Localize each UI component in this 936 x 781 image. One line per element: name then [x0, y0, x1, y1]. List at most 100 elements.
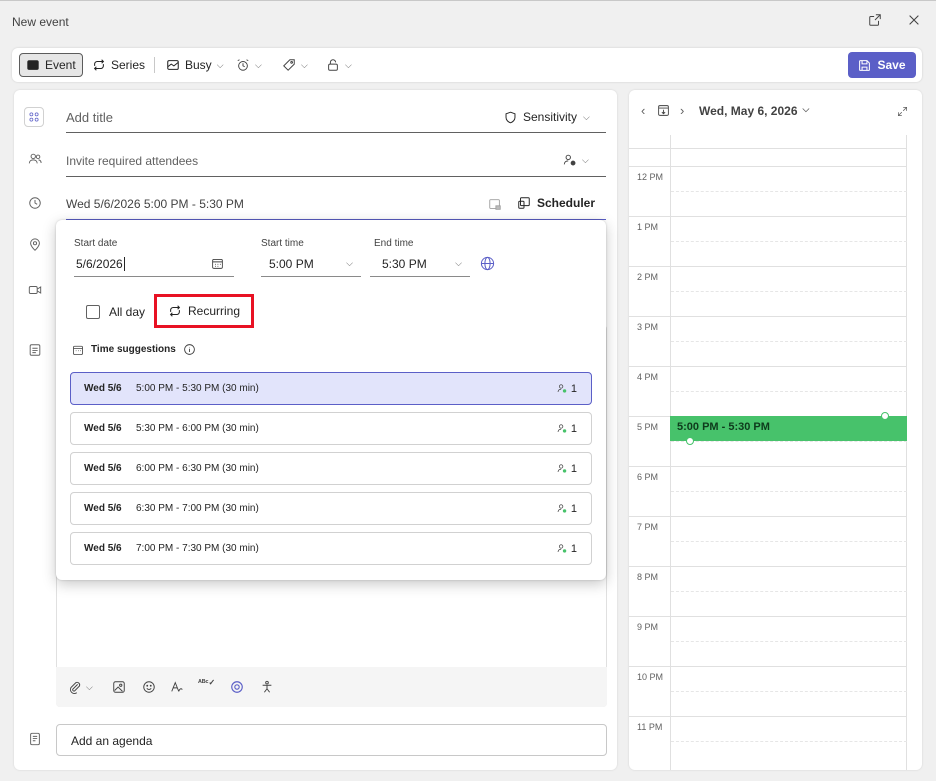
- start-time-label: Start time: [261, 238, 304, 249]
- suggestion-time: 6:30 PM - 7:00 PM (30 min): [136, 503, 259, 514]
- attendee-available-icon: [557, 504, 567, 513]
- hour-label: 10 PM: [637, 672, 664, 682]
- suggestion-date: Wed 5/6: [84, 423, 122, 434]
- hour-line: [629, 616, 907, 617]
- toolbar-divider: [154, 57, 155, 73]
- event-tab-label: Event: [45, 58, 76, 72]
- hour-label: 3 PM: [637, 322, 659, 332]
- repeat-icon: [93, 59, 105, 71]
- time-suggestion-row[interactable]: Wed 5/6 6:00 PM - 6:30 PM (30 min) 1: [70, 452, 592, 485]
- datetime-field[interactable]: Wed 5/6/2026 5:00 PM - 5:30 PM: [66, 197, 244, 211]
- reminder-dropdown[interactable]: ⌵: [236, 53, 262, 77]
- end-time-value: 5:30 PM: [382, 256, 427, 271]
- spellcheck-icon[interactable]: ᴬᴮᶜ✓: [198, 678, 215, 687]
- attach-dropdown[interactable]: ⌵: [68, 680, 93, 694]
- hour-slot[interactable]: 10 PM: [629, 666, 922, 716]
- start-date-input[interactable]: 5/6/2026: [74, 251, 234, 277]
- format-text-icon[interactable]: [170, 680, 184, 694]
- copilot-icon[interactable]: [230, 680, 244, 694]
- hour-slot[interactable]: 12 PM: [629, 166, 922, 216]
- start-date-label: Start date: [74, 238, 118, 249]
- hour-slot[interactable]: 2 PM: [629, 266, 922, 316]
- today-icon[interactable]: [657, 104, 670, 117]
- hour-label: 8 PM: [637, 572, 659, 582]
- hour-slot[interactable]: 9 PM: [629, 616, 922, 666]
- privacy-dropdown[interactable]: ⌵: [326, 53, 352, 77]
- suggestion-count: 1: [570, 542, 577, 555]
- suggestion-availability: 1: [557, 423, 577, 435]
- resize-handle-top[interactable]: [881, 412, 889, 420]
- emoji-icon[interactable]: [142, 680, 156, 694]
- info-icon[interactable]: [183, 343, 196, 356]
- lock-open-icon: [328, 59, 338, 71]
- chevron-down-icon: ⌵: [345, 59, 352, 70]
- recurring-button[interactable]: Recurring: [154, 294, 254, 328]
- hour-slot[interactable]: 3 PM: [629, 316, 922, 366]
- schedule-assistant-icon[interactable]: [488, 197, 502, 211]
- people-icon: [28, 152, 44, 168]
- save-button[interactable]: Save: [848, 52, 916, 78]
- clock-icon: [28, 196, 44, 212]
- timezone-globe-icon[interactable]: [480, 256, 495, 271]
- hour-line: [629, 516, 907, 517]
- chevron-down-icon: ⌵: [86, 681, 93, 692]
- calendar-icon: [27, 60, 39, 70]
- busy-dropdown[interactable]: Busy ⌵: [166, 53, 224, 77]
- category-color-icon[interactable]: [24, 107, 44, 127]
- calendar-event-block[interactable]: 5:00 PM - 5:30 PM: [670, 412, 907, 445]
- suggestion-time: 7:00 PM - 7:30 PM (30 min): [136, 543, 259, 554]
- image-icon[interactable]: [112, 680, 126, 694]
- recurring-label: Recurring: [187, 304, 241, 318]
- sensitivity-dropdown[interactable]: Sensitivity ⌵: [504, 110, 590, 124]
- suggestion-count: 1: [570, 502, 577, 515]
- repeat-icon: [169, 305, 181, 317]
- accessibility-icon[interactable]: [260, 680, 274, 694]
- category-dropdown[interactable]: ⌵: [282, 53, 308, 77]
- attendee-options-dropdown[interactable]: ⌵: [563, 153, 589, 167]
- suggestion-count: 1: [570, 422, 577, 435]
- attendees-input[interactable]: Invite required attendees: [66, 154, 198, 168]
- all-day-checkbox[interactable]: All day: [86, 305, 145, 319]
- hour-slot[interactable]: 8 PM: [629, 566, 922, 616]
- suggestion-availability: 1: [557, 383, 577, 395]
- series-button[interactable]: Series: [92, 53, 145, 77]
- time-suggestion-row[interactable]: Wed 5/6 7:00 PM - 7:30 PM (30 min) 1: [70, 532, 592, 565]
- expand-icon[interactable]: [897, 106, 908, 117]
- popout-icon[interactable]: [868, 13, 886, 31]
- scheduler-icon: [518, 197, 530, 209]
- half-hour-line: [671, 391, 907, 392]
- hour-slot[interactable]: 4 PM: [629, 366, 922, 416]
- end-time-dropdown[interactable]: 5:30 PM ⌵: [370, 251, 470, 277]
- calendar-icon: [73, 345, 83, 355]
- tag-icon: [283, 59, 295, 71]
- close-icon[interactable]: [907, 13, 925, 31]
- title-input[interactable]: Add title: [66, 110, 113, 125]
- suggestion-availability: 1: [557, 543, 577, 555]
- hour-slot[interactable]: 7 PM: [629, 516, 922, 566]
- event-tab[interactable]: Event: [19, 53, 83, 77]
- time-suggestion-row[interactable]: Wed 5/6 5:30 PM - 6:00 PM (30 min) 1: [70, 412, 592, 445]
- scheduler-button[interactable]: Scheduler: [517, 196, 595, 210]
- calendar-date-label: Wed, May 6, 2026: [699, 104, 798, 118]
- resize-handle-bottom[interactable]: [686, 437, 694, 445]
- agenda-input[interactable]: Add an agenda: [56, 724, 607, 756]
- datetime-picker-popup: Start date 5/6/2026 Start time 5:00 PM ⌵…: [56, 220, 606, 580]
- hour-slot[interactable]: 6 PM: [629, 466, 922, 516]
- calendar-date-dropdown[interactable]: Wed, May 6, 2026 ⌵: [699, 104, 809, 118]
- next-day-button[interactable]: ›: [680, 103, 684, 118]
- save-label: Save: [877, 58, 906, 72]
- description-icon: [28, 343, 44, 359]
- chevron-down-icon: ⌵: [455, 258, 462, 268]
- start-time-dropdown[interactable]: 5:00 PM ⌵: [261, 251, 361, 277]
- hour-slot[interactable]: 11 PM: [629, 716, 922, 766]
- time-suggestion-row[interactable]: Wed 5/6 6:30 PM - 7:00 PM (30 min) 1: [70, 492, 592, 525]
- hour-slot[interactable]: 1 PM: [629, 216, 922, 266]
- half-hour-line: [671, 741, 907, 742]
- formatting-toolbar: ⌵ ᴬᴮᶜ✓: [56, 667, 607, 707]
- hour-line: [629, 566, 907, 567]
- prev-day-button[interactable]: ‹: [641, 103, 645, 118]
- chevron-down-icon: ⌵: [802, 104, 810, 114]
- time-suggestion-row[interactable]: Wed 5/6 5:00 PM - 5:30 PM (30 min) 1: [70, 372, 592, 405]
- hour-label: 4 PM: [637, 372, 659, 382]
- series-label: Series: [111, 58, 146, 72]
